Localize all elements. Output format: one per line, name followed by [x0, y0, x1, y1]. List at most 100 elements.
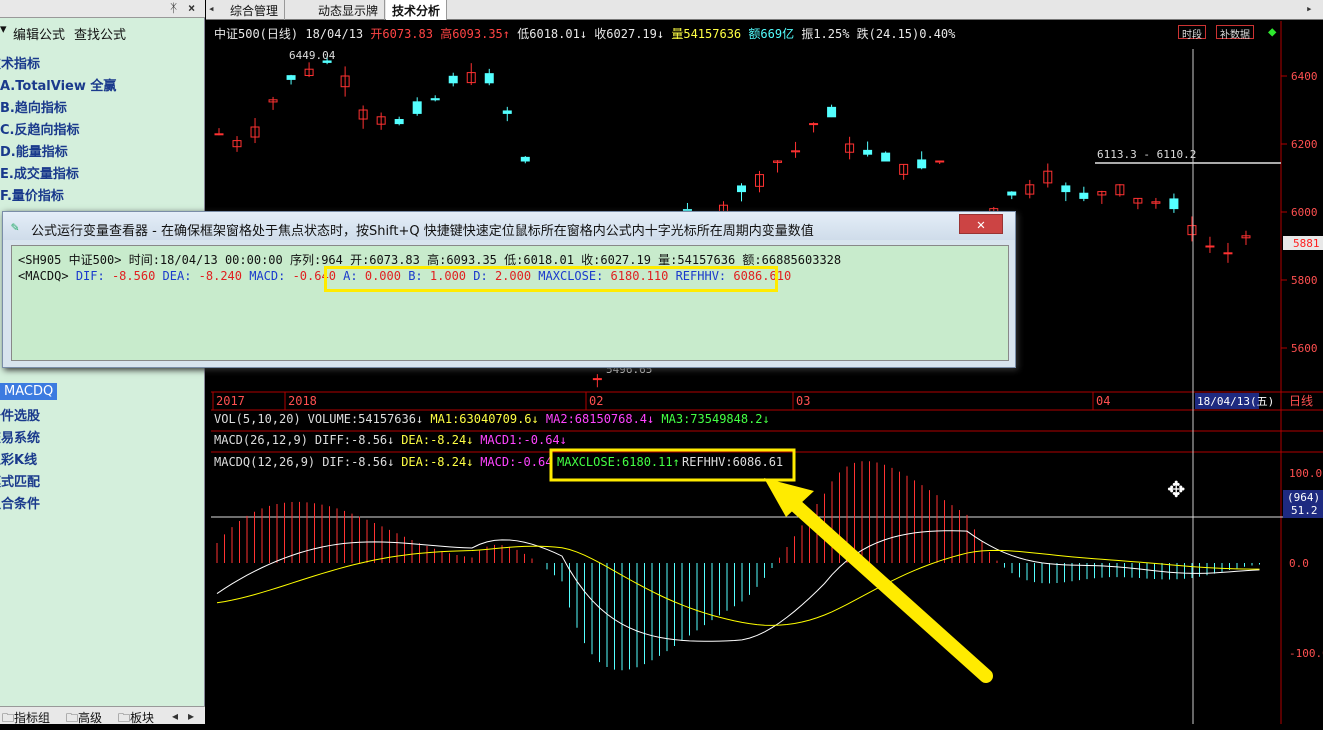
quote-info-line: 中证500(日线) 18/04/13 开6073.83 高6093.35↑ 低6… — [214, 25, 955, 42]
tab-dynamic-board[interactable]: 动态显示牌 — [312, 0, 386, 20]
security-name: 中证500(日线) — [214, 27, 299, 41]
candle-body — [1061, 185, 1071, 193]
macd-indicator-text: DEA:-8.24↓ — [401, 433, 473, 447]
menu-find-formula[interactable]: 查找公式 — [74, 24, 126, 43]
status-diamond-icon: ◆ — [1268, 24, 1277, 40]
macd-tick-label: 0.0 — [1289, 557, 1309, 570]
candle-body — [935, 160, 945, 163]
variable-name: DIF: — [75, 269, 105, 283]
tab-scroll-right-icon[interactable]: ▸ — [188, 709, 194, 723]
price-tick-label: 6400 — [1291, 70, 1318, 83]
price-tick-label: 5600 — [1291, 342, 1318, 355]
tab-overview[interactable]: 综合管理 — [224, 0, 286, 20]
sidebar-bottom-tabs: 🗀指标组 🗀高级 🗀板块 ◂ ▸ — [0, 706, 205, 725]
crosshair-value: 6113.3 - 6110.2 — [1097, 148, 1196, 161]
macdq-indicator-text: MACDQ(12,26,9) — [214, 455, 315, 469]
candle-body — [1223, 252, 1233, 255]
tree-item[interactable]: 条件选股 — [0, 405, 40, 424]
candle-body — [881, 152, 891, 162]
chart-area[interactable]: 6400 6200 6000 5800 5600 5881 6449.04 5496.65 61… — [211, 21, 1323, 724]
vol-indicator-text: MA2:68150768.4↓ — [546, 412, 654, 426]
vol-indicator-text: MA3:73549848.2↓ — [661, 412, 769, 426]
candle-body — [809, 123, 819, 126]
candle-body — [737, 185, 746, 193]
time-cursor-label: 18/04/13(五) — [1197, 395, 1274, 408]
menu-edit-formula[interactable]: 编辑公式 — [13, 24, 65, 43]
maxclose-text: MAXCLOSE:6180.11↑ — [557, 455, 680, 469]
dea-line — [216, 545, 1260, 626]
candle-body — [286, 75, 296, 80]
candle-body — [520, 156, 530, 162]
sidebar-menu: ▾ 编辑公式 查找公式 — [0, 22, 205, 43]
tree-item[interactable]: MACDQ — [0, 383, 58, 400]
macd-tick-label: -100.0 — [1289, 647, 1323, 660]
supplement-data-button[interactable]: 补数据 — [1216, 25, 1254, 41]
tab-sector[interactable]: 🗀板块 — [118, 709, 154, 730]
high-annotation: 6449.04 — [289, 49, 336, 62]
refhhv-text: REFHHV:6086.61 — [682, 455, 783, 469]
change-value: 跌(24.15)0.40% — [856, 27, 956, 41]
main-tabbar: ◂ 综合管理 动态显示牌 技术分析 ▸ — [206, 0, 1323, 20]
chart-canvas[interactable]: 6400620060005800560058816449.045496.6561… — [211, 21, 1323, 724]
quote-date: 18/04/13 — [305, 27, 364, 41]
candle-body — [484, 73, 494, 84]
macd-indicator-text: MACD(26,12,9) — [214, 433, 308, 447]
variable-values-panel: <SH905 中证500> 时间:18/04/13 00:00:00 序列:96… — [11, 245, 1009, 361]
menu-chevron-icon: ▾ — [0, 22, 7, 37]
tree-item[interactable]: 模式匹配 — [0, 471, 40, 490]
tab-technical-analysis[interactable]: 技术分析 — [386, 0, 448, 20]
tree-item[interactable]: C.反趋向指标 — [0, 119, 79, 138]
tree-item[interactable]: 技术指标 — [0, 53, 40, 72]
tab-indicator-group[interactable]: 🗀指标组 — [2, 709, 50, 730]
period-label: 日线 — [1289, 394, 1313, 408]
time-label: 2017 — [216, 394, 245, 408]
candle-body — [1205, 245, 1215, 248]
candle-body — [1169, 198, 1179, 210]
pin-icon[interactable]: ᛡ — [170, 1, 177, 15]
candle-body — [863, 149, 873, 155]
folder-icon: 🗀 — [118, 711, 131, 725]
vol-indicator-text: MA1:63040709.6↓ — [430, 412, 538, 426]
macd-indicator-text: MACD1:-0.64↓ — [480, 433, 567, 447]
tree-item[interactable]: 五彩K线 — [0, 449, 37, 468]
formula-icon: ✎ — [11, 220, 19, 235]
tree-item[interactable]: B.趋向指标 — [0, 97, 67, 116]
macd-indicator-text: DIFF:-8.56↓ — [315, 433, 394, 447]
dialog-close-button[interactable]: ✕ — [959, 214, 1003, 234]
dialog-title: 公式运行变量查看器 - 在确保框架窗格处于焦点状态时，按Shift+Q 快捷键快… — [31, 224, 814, 239]
time-label: 04 — [1096, 394, 1110, 408]
variables-highlight-box — [324, 266, 778, 292]
close-icon[interactable]: × — [188, 1, 195, 15]
formula-tag: <MACDQ> — [18, 269, 69, 283]
period-button[interactable]: 时段 — [1178, 25, 1206, 41]
macd-tick-label: 100.0 — [1289, 467, 1322, 480]
candle-body — [448, 75, 458, 84]
variable-name: DEA: — [155, 269, 192, 283]
macdq-indicator-text: MACD:-0.64 — [480, 455, 552, 469]
macd-cursor-index: (964) — [1287, 491, 1320, 504]
candle-body — [430, 98, 440, 101]
folder-icon: 🗀 — [66, 711, 79, 725]
move-cursor-icon: ✥ — [1167, 478, 1185, 503]
tree-item[interactable]: A.TotalView 全赢 — [0, 75, 116, 94]
candle-body — [917, 159, 927, 169]
tree-item[interactable]: D.能量指标 — [0, 141, 68, 160]
tree-item[interactable]: 组合条件 — [0, 493, 40, 512]
tab-scroll-left-icon[interactable]: ◂ — [208, 2, 215, 15]
price-tick-label: 6200 — [1291, 138, 1318, 151]
current-price-label: 5881 — [1293, 237, 1320, 250]
dif-line — [216, 530, 1260, 642]
amount-value: 额669亿 — [748, 27, 795, 41]
candle-body — [214, 133, 224, 136]
price-tick-label: 5800 — [1291, 274, 1318, 287]
tree-item[interactable]: F.量价指标 — [0, 185, 64, 204]
low-price: 低6018.01↓ — [517, 27, 588, 41]
tab-scroll-left-icon[interactable]: ◂ — [172, 709, 178, 723]
time-label: 2018 — [288, 394, 317, 408]
candle-body — [592, 378, 602, 381]
variable-name: MACD: — [242, 269, 286, 283]
tab-scroll-right-icon[interactable]: ▸ — [1306, 2, 1313, 15]
tab-advanced[interactable]: 🗀高级 — [66, 709, 102, 730]
tree-item[interactable]: 交易系统 — [0, 427, 40, 446]
tree-item[interactable]: E.成交量指标 — [0, 163, 79, 182]
